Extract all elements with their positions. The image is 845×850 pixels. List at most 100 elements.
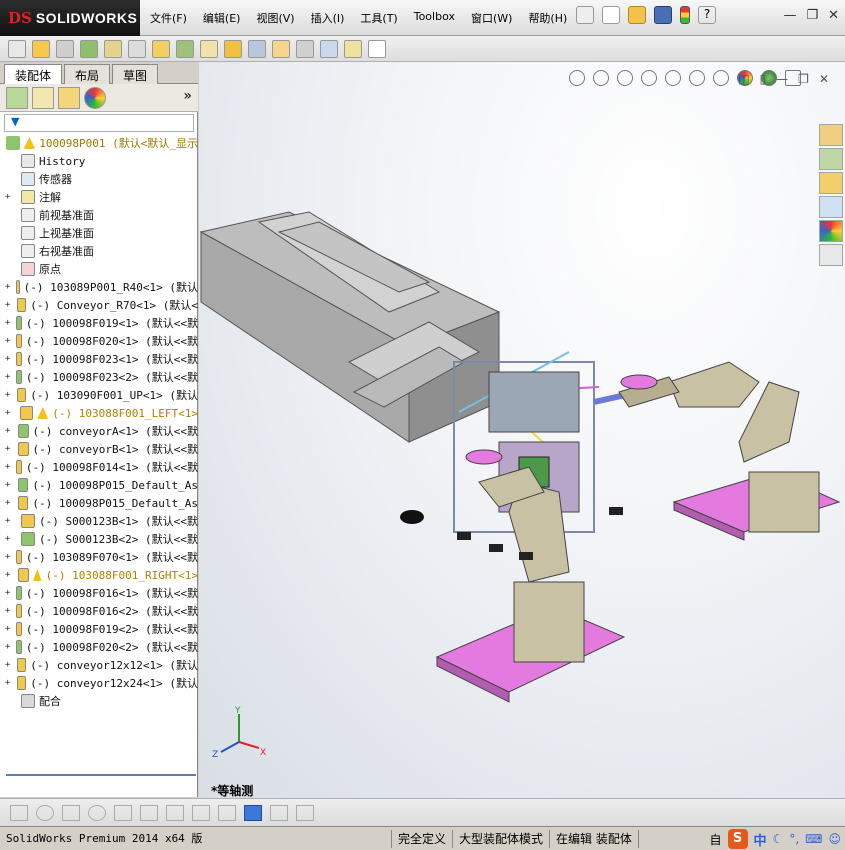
plane-icon[interactable] bbox=[218, 804, 236, 821]
expand-toggle-icon[interactable]: + bbox=[5, 408, 14, 418]
interference-detection-icon[interactable] bbox=[320, 39, 338, 58]
tree-item[interactable]: + (-) 100098F023<1> (默认<<默 bbox=[0, 350, 198, 368]
dimension-icon[interactable] bbox=[166, 804, 184, 821]
restore-button[interactable]: ❐ bbox=[806, 8, 818, 23]
tree-item[interactable]: 上视基准面 bbox=[0, 224, 198, 242]
tree-item[interactable]: + (-) conveyor12x24<1> (默认 bbox=[0, 674, 198, 692]
tree-item[interactable]: + (-) 103089P001_R40<1> (默认 bbox=[0, 278, 198, 296]
tree-item[interactable]: + (-) 100098F016<1> (默认<<默 bbox=[0, 584, 198, 602]
tree-item[interactable]: + (-) conveyor12x12<1> (默认 bbox=[0, 656, 198, 674]
menu-tools[interactable]: 工具(T) bbox=[358, 10, 399, 26]
expand-toggle-icon[interactable]: + bbox=[5, 318, 10, 328]
tree-item[interactable]: + (-) 100098F016<2> (默认<<默 bbox=[0, 602, 198, 620]
reference-geometry-icon[interactable] bbox=[200, 39, 218, 58]
expand-toggle-icon[interactable]: + bbox=[5, 534, 15, 544]
property-manager-icon[interactable] bbox=[32, 86, 54, 109]
tree-item[interactable]: + (-) 100098F020<1> (默认<<默 bbox=[0, 332, 198, 350]
expand-toggle-icon[interactable]: + bbox=[5, 624, 10, 634]
help-icon[interactable]: ? bbox=[698, 6, 716, 24]
tree-item[interactable]: + (-) 100098F020<2> (默认<<默 bbox=[0, 638, 198, 656]
smart-fasteners-icon[interactable] bbox=[104, 39, 122, 58]
expand-toggle-icon[interactable]: + bbox=[5, 192, 15, 202]
keyboard-icon[interactable]: ⌨ bbox=[805, 832, 822, 846]
expand-toggle-icon[interactable]: + bbox=[5, 480, 12, 490]
expand-toggle-icon[interactable]: + bbox=[5, 660, 11, 670]
exploded-view-icon[interactable] bbox=[272, 39, 290, 58]
tree-item[interactable]: + (-) 103088F001_RIGHT<1> bbox=[0, 566, 198, 584]
tree-item[interactable]: + (-) 100098F019<1> (默认<<默 bbox=[0, 314, 198, 332]
tree-item[interactable]: + (-) S000123B<1> (默认<<默 bbox=[0, 512, 198, 530]
tree-item[interactable]: + (-) conveyorA<1> (默认<<默 bbox=[0, 422, 198, 440]
expand-toggle-icon[interactable]: + bbox=[5, 588, 10, 598]
expand-toggle-icon[interactable]: + bbox=[5, 516, 15, 526]
open-folder-icon[interactable] bbox=[628, 6, 646, 24]
assembly-model-render[interactable]: Y X Z bbox=[199, 62, 845, 798]
show-hidden-icon[interactable] bbox=[152, 39, 170, 58]
tree-item[interactable]: + (-) 100098F023<2> (默认<<默 bbox=[0, 368, 198, 386]
expand-toggle-icon[interactable]: + bbox=[5, 552, 10, 562]
expand-toggle-icon[interactable]: + bbox=[5, 426, 12, 436]
punctuation-icon[interactable]: °, bbox=[789, 832, 799, 846]
line-icon[interactable] bbox=[62, 804, 80, 821]
tree-item[interactable]: + (-) Conveyor_R70<1> (默认< bbox=[0, 296, 198, 314]
hidden-lines-icon[interactable] bbox=[296, 804, 314, 821]
expand-toggle-icon[interactable]: + bbox=[5, 372, 10, 382]
trim-icon[interactable] bbox=[114, 804, 132, 821]
angle-icon[interactable] bbox=[140, 804, 158, 821]
tree-filter[interactable]: ▼ bbox=[4, 114, 194, 132]
point-icon[interactable] bbox=[10, 804, 28, 821]
tree-item[interactable]: + (-) conveyorB<1> (默认<<默 bbox=[0, 440, 198, 458]
menu-help[interactable]: 帮助(H) bbox=[526, 10, 569, 26]
expand-toggle-icon[interactable]: + bbox=[5, 354, 10, 364]
user-icon[interactable]: ☺ bbox=[828, 832, 841, 846]
tree-item[interactable]: + (-) 103088F001_LEFT<1> bbox=[0, 404, 198, 422]
tree-item[interactable]: History bbox=[0, 152, 198, 170]
new-document-icon[interactable] bbox=[602, 6, 620, 24]
explode-line-sketch-icon[interactable] bbox=[296, 39, 314, 58]
tree-item[interactable]: 前视基准面 bbox=[0, 206, 198, 224]
expand-toggle-icon[interactable]: + bbox=[5, 642, 10, 652]
expand-toggle-icon[interactable]: + bbox=[5, 570, 12, 580]
close-button[interactable]: ✕ bbox=[828, 8, 839, 23]
ime-language[interactable]: 中 bbox=[754, 830, 767, 849]
minimize-button[interactable]: — bbox=[783, 8, 796, 23]
tab-layout[interactable]: 布局 bbox=[64, 64, 111, 84]
expand-toggle-icon[interactable]: + bbox=[5, 606, 10, 616]
menu-window[interactable]: 窗口(W) bbox=[469, 10, 514, 26]
tree-item[interactable]: + (-) 100098P015_Default_As bbox=[0, 494, 198, 512]
tree-item[interactable]: 传感器 bbox=[0, 170, 198, 188]
tree-item[interactable]: 原点 bbox=[0, 260, 198, 278]
instant3d-icon[interactable] bbox=[368, 39, 386, 58]
wireframe-view-icon[interactable] bbox=[270, 804, 288, 821]
tab-assembly[interactable]: 装配体 bbox=[4, 64, 63, 84]
tree-item[interactable]: + (-) 103090F001_UP<1> (默认 bbox=[0, 386, 198, 404]
rebuild-traffic-light-icon[interactable] bbox=[680, 6, 690, 24]
tree-root[interactable]: 100098P001 (默认<默认_显示 bbox=[0, 134, 198, 152]
tree-item[interactable]: + (-) 103089F070<1> (默认<<默 bbox=[0, 548, 198, 566]
expand-toggle-icon[interactable]: + bbox=[5, 282, 10, 292]
tree-item[interactable]: 右视基准面 bbox=[0, 242, 198, 260]
tree-item[interactable]: + 注解 bbox=[0, 188, 198, 206]
expand-toggle-icon[interactable]: + bbox=[5, 390, 11, 400]
display-manager-icon[interactable] bbox=[84, 86, 106, 109]
move-component-icon[interactable] bbox=[128, 39, 146, 58]
solidworks-logo[interactable]: DS SOLIDWORKS bbox=[0, 0, 140, 36]
menu-toolbox[interactable]: Toolbox bbox=[412, 10, 457, 26]
linear-pattern-icon[interactable] bbox=[80, 39, 98, 58]
clearance-verification-icon[interactable] bbox=[344, 39, 362, 58]
expand-toggle-icon[interactable]: + bbox=[5, 300, 11, 310]
assembly-features-icon[interactable] bbox=[176, 39, 194, 58]
insert-component-icon[interactable] bbox=[32, 39, 50, 58]
expand-toggle-icon[interactable]: + bbox=[5, 678, 11, 688]
feature-tree-icon[interactable] bbox=[6, 86, 28, 109]
tree-item[interactable]: + (-) 100098P015_Default_As bbox=[0, 476, 198, 494]
bill-of-materials-icon[interactable] bbox=[248, 39, 266, 58]
tree-item[interactable]: + (-) 100098F019<2> (默认<<默 bbox=[0, 620, 198, 638]
expand-toggle-icon[interactable]: + bbox=[5, 498, 12, 508]
graphics-area[interactable]: ◫ ▯ — ❐ ✕ Y X Z *等轴测 bbox=[199, 62, 845, 798]
tree-item[interactable]: + (-) 100098F014<1> (默认<<默 bbox=[0, 458, 198, 476]
menu-file[interactable]: 文件(F) bbox=[148, 10, 189, 26]
expand-toggle-icon[interactable]: + bbox=[5, 336, 10, 346]
sogou-ime-icon[interactable]: S bbox=[727, 829, 748, 849]
tab-sketch[interactable]: 草图 bbox=[112, 64, 159, 84]
